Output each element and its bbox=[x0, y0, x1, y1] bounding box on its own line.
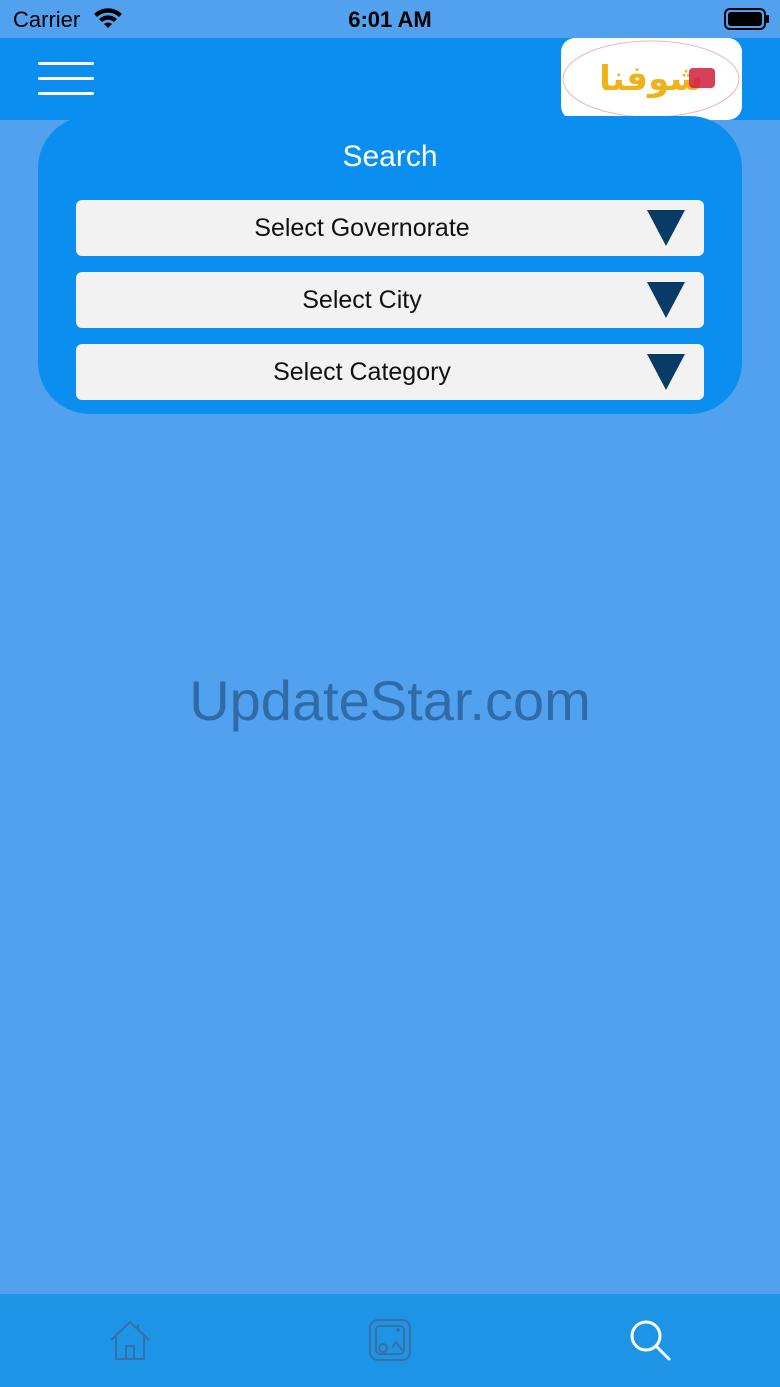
governorate-dropdown-label: Select Governorate bbox=[254, 214, 470, 242]
tab-search[interactable] bbox=[628, 1318, 672, 1362]
watermark-text: UpdateStar.com bbox=[189, 669, 591, 732]
status-time: 6:01 AM bbox=[348, 7, 432, 32]
nav-bar: شوفنا bbox=[0, 38, 780, 120]
status-bar: Carrier 6:01 AM bbox=[0, 0, 780, 38]
tab-bar bbox=[0, 1294, 780, 1387]
menu-line bbox=[38, 62, 94, 65]
dropdown-arrow-icon bbox=[647, 282, 685, 318]
battery-icon bbox=[724, 8, 769, 30]
dropdown-arrow-icon bbox=[647, 210, 685, 246]
tab-home[interactable] bbox=[108, 1318, 152, 1362]
logo-graphic: شوفنا bbox=[562, 40, 740, 118]
governorate-dropdown[interactable]: Select Governorate bbox=[76, 200, 704, 256]
search-icon bbox=[630, 1320, 671, 1361]
menu-button[interactable] bbox=[36, 60, 96, 100]
app-logo: شوفنا bbox=[561, 38, 742, 120]
category-dropdown-label: Select Category bbox=[273, 358, 451, 386]
logo-text: شوفنا bbox=[599, 59, 703, 99]
city-dropdown-label: Select City bbox=[302, 286, 422, 314]
home-icon bbox=[110, 1320, 150, 1360]
tab-gallery[interactable] bbox=[368, 1318, 412, 1362]
search-title: Search bbox=[342, 140, 438, 173]
menu-line bbox=[38, 77, 94, 80]
city-dropdown[interactable]: Select City bbox=[76, 272, 704, 328]
category-dropdown[interactable]: Select Category bbox=[76, 344, 704, 400]
menu-line bbox=[38, 92, 94, 95]
dropdown-arrow-icon bbox=[647, 354, 685, 390]
gallery-icon bbox=[369, 1319, 411, 1361]
search-panel: Search Select Governorate Select City Se… bbox=[38, 116, 742, 414]
